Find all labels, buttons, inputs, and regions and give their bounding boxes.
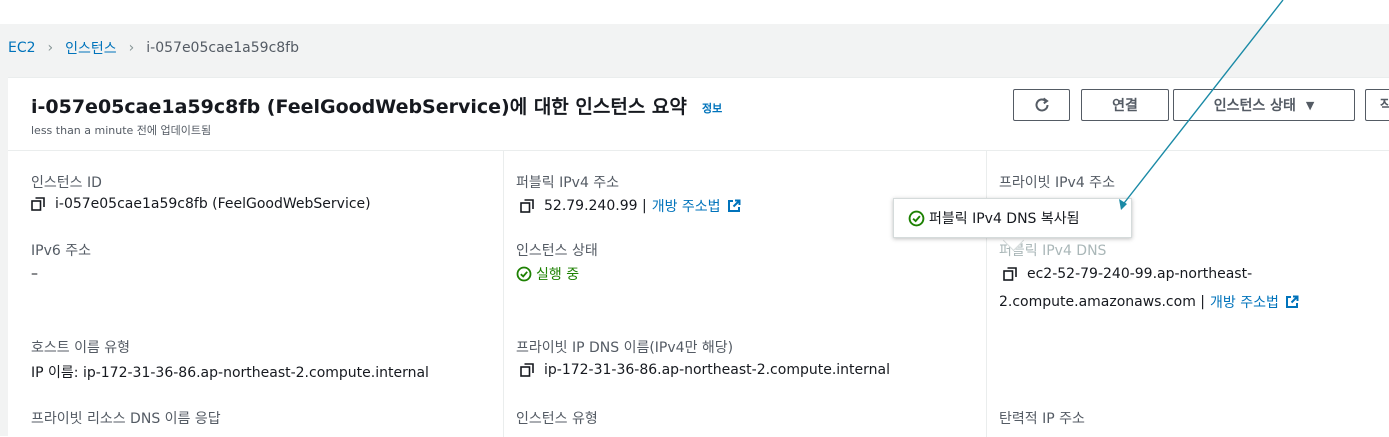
check-circle-icon: [908, 210, 925, 226]
toast-message: 퍼블릭 IPv4 DNS 복사됨: [929, 211, 1080, 227]
public-dns-value: ec2-52-79-240-99.ap-northeast-: [1003, 266, 1252, 282]
copy-icon[interactable]: [1003, 267, 1017, 281]
ipv6-label: IPv6 주소: [31, 243, 91, 259]
instance-type-label: 인스턴스 유형: [516, 411, 598, 427]
public-dns-text-line1: ec2-52-79-240-99.ap-northeast-: [1027, 266, 1253, 282]
public-dns-value-line2: 2.compute.amazonaws.com | 개방 주소법: [999, 292, 1299, 312]
public-ipv4-label: 퍼블릭 IPv4 주소: [516, 175, 620, 191]
external-link-icon[interactable]: [727, 199, 741, 213]
refresh-icon: [1035, 97, 1049, 112]
hostname-type-label: 호스트 이름 유형: [31, 340, 131, 356]
breadcrumb-instances[interactable]: 인스턴스: [65, 38, 117, 58]
private-ip-dns-value: ip-172-31-36-86.ap-northeast-2.compute.i…: [520, 362, 890, 378]
public-dns-text-line2: 2.compute.amazonaws.com |: [999, 294, 1205, 310]
actions-button-label: 작: [1380, 98, 1389, 114]
copy-icon[interactable]: [520, 363, 534, 377]
info-link[interactable]: 정보: [702, 100, 722, 116]
column-divider: [986, 151, 987, 437]
public-ipv4-value: 52.79.240.99 | 개방 주소법: [520, 196, 741, 216]
instance-id-label: 인스턴스 ID: [31, 175, 102, 191]
caret-down-icon: ▼: [1305, 98, 1315, 112]
private-ip-dns-text: ip-172-31-36-86.ap-northeast-2.compute.i…: [544, 362, 890, 378]
page-title: i-057e05cae1a59c8fb (FeelGoodWebService)…: [31, 96, 687, 118]
open-address-link[interactable]: 개방 주소법: [1210, 292, 1279, 312]
elastic-ip-label: 탄력적 IP 주소: [999, 411, 1085, 427]
check-circle-icon: [516, 266, 532, 282]
top-band: [0, 0, 1389, 24]
column-divider: [503, 151, 504, 437]
last-updated-text: less than a minute 전에 업데이트됨: [31, 124, 212, 137]
copy-icon[interactable]: [31, 197, 45, 211]
private-resource-dns-label: 프라이빗 리소스 DNS 이름 응답: [31, 411, 221, 427]
actions-button[interactable]: 작: [1365, 89, 1389, 121]
breadcrumb-ec2[interactable]: EC2: [8, 40, 36, 56]
instance-state-value: 실행 중: [516, 264, 579, 284]
copy-icon[interactable]: [520, 199, 534, 213]
private-ip-dns-label: 프라이빗 IP DNS 이름(IPv4만 해당): [516, 340, 734, 356]
instance-id-value: i-057e05cae1a59c8fb (FeelGoodWebService): [31, 196, 371, 212]
panel-header: i-057e05cae1a59c8fb (FeelGoodWebService)…: [8, 78, 1389, 151]
instance-state-text: 실행 중: [536, 267, 580, 283]
chevron-right-icon: ›: [47, 40, 54, 56]
instance-state-dropdown[interactable]: 인스턴스 상태 ▼: [1173, 89, 1355, 121]
refresh-button[interactable]: [1013, 89, 1070, 121]
breadcrumb-current: i-057e05cae1a59c8fb: [146, 40, 299, 56]
breadcrumb: EC2 › 인스턴스 › i-057e05cae1a59c8fb: [8, 38, 299, 58]
instance-state-button-label: 인스턴스 상태: [1213, 98, 1296, 114]
connect-button[interactable]: 연결: [1081, 89, 1169, 121]
hostname-type-value: IP 이름: ip-172-31-36-86.ap-northeast-2.co…: [31, 365, 429, 381]
instance-id-text: i-057e05cae1a59c8fb (FeelGoodWebService): [55, 196, 371, 212]
external-link-icon[interactable]: [1285, 295, 1299, 309]
chevron-right-icon: ›: [128, 40, 135, 56]
private-ipv4-label: 프라이빗 IPv4 주소: [999, 175, 1115, 191]
public-ipv4-text: 52.79.240.99 |: [544, 198, 647, 214]
copied-toast: 퍼블릭 IPv4 DNS 복사됨: [893, 198, 1132, 238]
open-address-link[interactable]: 개방 주소법: [652, 196, 721, 216]
instance-summary-panel: i-057e05cae1a59c8fb (FeelGoodWebService)…: [8, 77, 1389, 437]
ipv6-value: –: [31, 266, 38, 282]
instance-state-label: 인스턴스 상태: [516, 243, 598, 259]
